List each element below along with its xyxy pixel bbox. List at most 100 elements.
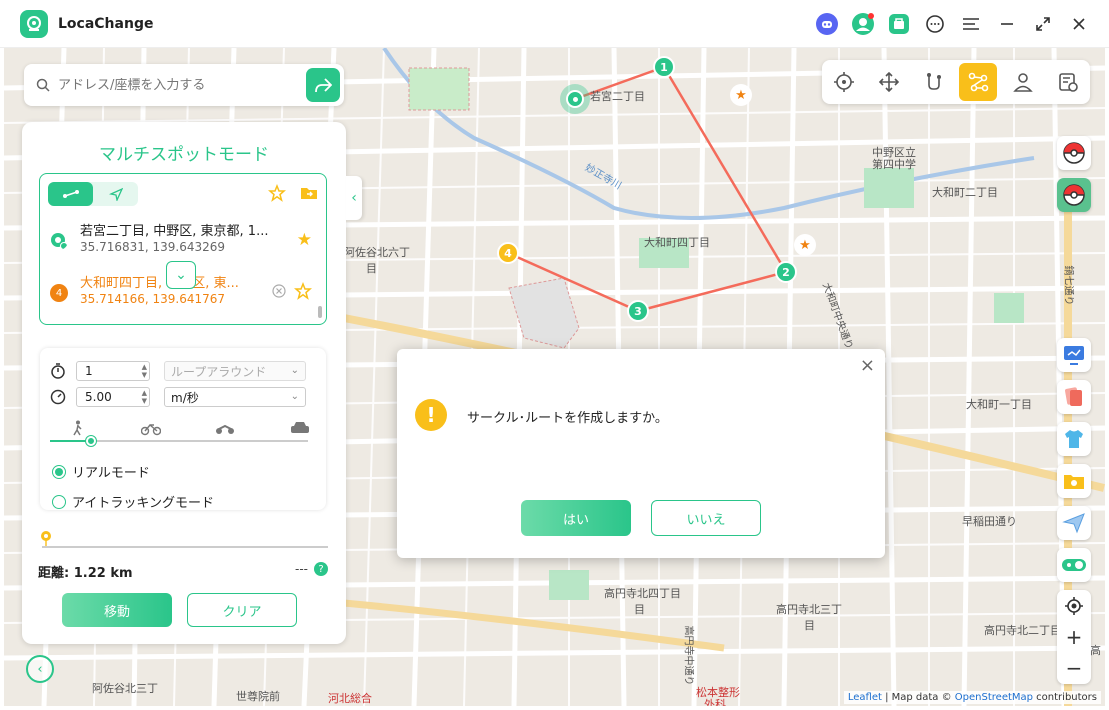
map-attribution: Leaflet | Map data © OpenStreetMap contr… bbox=[843, 691, 1101, 704]
toggle-switch-icon bbox=[1062, 559, 1086, 571]
screen-tool-button[interactable] bbox=[1057, 338, 1091, 372]
zoom-controls: + − bbox=[1057, 590, 1091, 684]
route-line-option[interactable] bbox=[48, 182, 93, 206]
multi-spot-mode-button[interactable] bbox=[959, 63, 998, 101]
account-icon[interactable] bbox=[851, 12, 875, 36]
send-tool-button[interactable] bbox=[1057, 506, 1091, 540]
walk-icon bbox=[73, 420, 82, 436]
eye-tracking-mode-radio[interactable]: アイトラッキングモード bbox=[52, 492, 214, 511]
distance-readout: 距離: 1.22 km bbox=[38, 562, 133, 581]
favorite-add-icon[interactable] bbox=[268, 184, 286, 202]
map-label: 阿佐谷北六丁 bbox=[344, 246, 410, 259]
route-line-icon bbox=[62, 190, 79, 198]
loop-mode-select[interactable]: ループアラウンド ⌄ bbox=[164, 361, 306, 381]
camera-folder-tool-button[interactable] bbox=[1057, 464, 1091, 498]
stepper-icon[interactable]: ▲ ▼ bbox=[142, 389, 147, 405]
dialog-close-icon[interactable]: × bbox=[860, 355, 875, 376]
search-go-button[interactable] bbox=[306, 68, 340, 102]
toggle-tool-button[interactable] bbox=[1057, 548, 1091, 582]
move-button[interactable]: 移動 bbox=[62, 593, 172, 627]
map-label: 若宮二丁目 bbox=[590, 90, 645, 103]
cards-icon bbox=[1065, 387, 1082, 406]
map-label: 第四中学 bbox=[872, 158, 916, 171]
discord-icon[interactable] bbox=[815, 12, 839, 36]
locate-me-button[interactable] bbox=[1057, 590, 1091, 621]
speed-input[interactable]: 5.00 ▲ ▼ bbox=[76, 387, 150, 407]
dialog-yes-button[interactable]: はい bbox=[521, 500, 631, 536]
pokeball-tool-button[interactable] bbox=[1057, 136, 1091, 170]
collapse-panel-button[interactable]: ‹ bbox=[346, 176, 362, 220]
close-icon[interactable] bbox=[1067, 12, 1091, 36]
speedometer-icon bbox=[50, 389, 66, 405]
person-icon bbox=[1013, 73, 1033, 92]
leaflet-link[interactable]: Leaflet bbox=[848, 692, 882, 703]
crosshair-icon bbox=[834, 72, 855, 92]
clear-button[interactable]: クリア bbox=[187, 593, 297, 627]
shop-icon[interactable] bbox=[887, 12, 911, 36]
loop-mode-value: ループアラウンド bbox=[171, 364, 267, 379]
remove-spot-icon[interactable] bbox=[272, 284, 286, 298]
navigate-option[interactable] bbox=[93, 182, 138, 206]
speed-unit-value: m/秒 bbox=[171, 390, 199, 405]
menu-icon[interactable] bbox=[959, 12, 983, 36]
history-mode-button[interactable] bbox=[1049, 63, 1087, 101]
pokeball-active-tool-button[interactable] bbox=[1057, 178, 1091, 212]
two-spot-mode-button[interactable] bbox=[915, 63, 953, 101]
map-label: 世尊院前 bbox=[236, 690, 280, 703]
import-folder-icon[interactable] bbox=[300, 184, 318, 202]
pokeball-icon bbox=[1063, 142, 1085, 164]
speed-slider-handle[interactable] bbox=[86, 436, 97, 446]
favorite-marker-icon[interactable]: ★ bbox=[794, 234, 816, 256]
spot-item[interactable]: 若宮二丁目, 中野区, 東京都, 1... 35.716831, 139.643… bbox=[50, 218, 318, 262]
favorite-star-outline-icon[interactable] bbox=[294, 282, 312, 300]
monitor-icon bbox=[1064, 346, 1084, 365]
expand-list-button[interactable]: ⌄ bbox=[166, 261, 196, 289]
plus-icon: + bbox=[1065, 624, 1083, 649]
time-value: --- bbox=[295, 562, 308, 576]
real-mode-radio[interactable]: リアルモード bbox=[52, 462, 150, 481]
osm-link[interactable]: OpenStreetMap bbox=[955, 692, 1033, 703]
favorite-star-icon[interactable]: ★ bbox=[297, 230, 312, 250]
help-icon[interactable]: ? bbox=[314, 562, 328, 576]
spot-list: 若宮二丁目, 中野区, 東京都, 1... 35.716831, 139.643… bbox=[39, 173, 327, 325]
speed-slider[interactable] bbox=[50, 436, 308, 446]
spot-list-scrollbar[interactable] bbox=[318, 306, 322, 318]
search-input[interactable] bbox=[58, 77, 298, 93]
map-label: 河北総合 bbox=[328, 692, 372, 705]
loop-count-input[interactable]: 1 ▲ ▼ bbox=[76, 361, 150, 381]
teleport-mode-button[interactable] bbox=[825, 63, 863, 101]
shirt-tool-button[interactable] bbox=[1057, 422, 1091, 456]
map-label: 大和町二丁目 bbox=[932, 186, 998, 199]
maximize-icon[interactable] bbox=[1031, 12, 1055, 36]
route-progress-bar bbox=[42, 546, 328, 548]
distance-label: 距離: bbox=[38, 566, 70, 581]
speed-unit-select[interactable]: m/秒 ⌄ bbox=[164, 387, 306, 407]
route-node-3[interactable]: 3 bbox=[627, 300, 649, 322]
cards-tool-button[interactable] bbox=[1057, 380, 1091, 414]
zoom-in-button[interactable]: + bbox=[1057, 621, 1091, 652]
route-settings: 1 ▲ ▼ ループアラウンド ⌄ 5.00 ▲ ▼ m/秒 ⌄ リアルモード アイトラッキン… bbox=[40, 348, 326, 511]
dialog-no-button[interactable]: いいえ bbox=[651, 500, 761, 536]
route-node-4[interactable]: 4 bbox=[497, 242, 519, 264]
map-label: 目 bbox=[366, 262, 377, 275]
favorite-marker-icon[interactable]: ★ bbox=[730, 84, 752, 106]
spot-name: 若宮二丁目, 中野区, 東京都, 1... bbox=[80, 224, 269, 239]
map-label: 早稲田通り bbox=[962, 515, 1017, 528]
back-button[interactable]: ‹ bbox=[26, 655, 54, 683]
stepper-icon[interactable]: ▲ ▼ bbox=[142, 363, 147, 379]
route-node-1[interactable]: 1 bbox=[653, 56, 675, 78]
zoom-out-button[interactable]: − bbox=[1057, 652, 1091, 683]
profile-mode-button[interactable] bbox=[1004, 63, 1042, 101]
feedback-icon[interactable] bbox=[923, 12, 947, 36]
real-mode-label: リアルモード bbox=[72, 466, 150, 481]
history-icon bbox=[1058, 73, 1078, 92]
joystick-mode-button[interactable] bbox=[870, 63, 908, 101]
route-node-2[interactable]: 2 bbox=[775, 261, 797, 283]
route-type-toggle bbox=[48, 182, 138, 206]
minimize-icon[interactable] bbox=[995, 12, 1019, 36]
shirt-icon bbox=[1065, 430, 1083, 448]
chevron-left-icon: ‹ bbox=[37, 661, 43, 677]
current-location-marker[interactable] bbox=[560, 84, 590, 114]
map-label: 高 bbox=[1090, 644, 1101, 657]
map-label: 目 bbox=[804, 619, 815, 632]
